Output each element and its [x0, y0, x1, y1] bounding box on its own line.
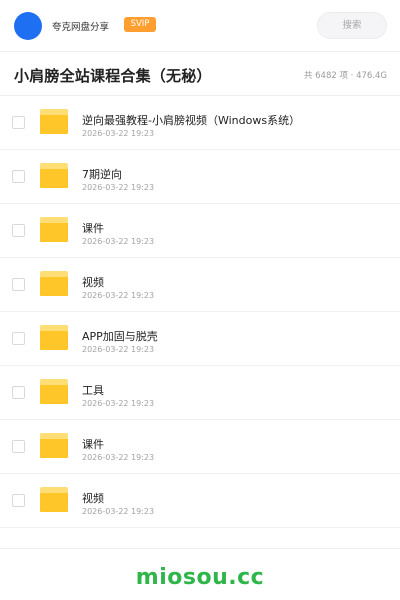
avatar[interactable] — [14, 12, 42, 40]
file-date: 2026-03-22 19:23 — [82, 453, 155, 462]
file-date: 2026-03-22 19:23 — [82, 129, 155, 138]
file-date: 2026-03-22 19:23 — [82, 507, 155, 516]
folder-icon — [40, 325, 68, 350]
username[interactable]: 夸克网盘分享 — [52, 19, 109, 33]
file-date: 2026-03-22 19:23 — [82, 237, 155, 246]
file-list: 逆向最强教程-小肩膀视频（Windows系统） 2026-03-22 19:23… — [0, 96, 400, 528]
file-name[interactable]: 7期逆向 — [82, 166, 122, 182]
row-checkbox[interactable] — [12, 386, 25, 399]
folder-icon — [40, 379, 68, 404]
file-row[interactable]: 视频 2026-03-22 19:23 — [0, 474, 400, 528]
folder-icon — [40, 271, 68, 296]
title-bar: 小肩膀全站课程合集（无秘） 共 6482 项 · 476.4G — [0, 52, 400, 96]
file-name[interactable]: 视频 — [82, 274, 104, 290]
file-name[interactable]: 视频 — [82, 490, 104, 506]
row-checkbox[interactable] — [12, 116, 25, 129]
top-header: 夸克网盘分享 SVIP 搜索 — [0, 0, 400, 52]
folder-icon — [40, 109, 68, 134]
file-name[interactable]: APP加固与脱壳 — [82, 328, 158, 344]
row-checkbox[interactable] — [12, 440, 25, 453]
file-row[interactable]: 视频 2026-03-22 19:23 — [0, 258, 400, 312]
file-name[interactable]: 逆向最强教程-小肩膀视频（Windows系统） — [82, 112, 300, 128]
row-checkbox[interactable] — [12, 170, 25, 183]
folder-icon — [40, 487, 68, 512]
search-input[interactable]: 搜索 — [317, 12, 387, 39]
file-row[interactable]: 逆向最强教程-小肩膀视频（Windows系统） 2026-03-22 19:23 — [0, 96, 400, 150]
row-checkbox[interactable] — [12, 224, 25, 237]
footer: miosou.cc — [0, 548, 400, 600]
file-name[interactable]: 课件 — [82, 220, 104, 236]
file-name[interactable]: 课件 — [82, 436, 104, 452]
file-name[interactable]: 工具 — [82, 382, 104, 398]
file-row[interactable]: 工具 2026-03-22 19:23 — [0, 366, 400, 420]
file-date: 2026-03-22 19:23 — [82, 183, 155, 192]
file-date: 2026-03-22 19:23 — [82, 345, 155, 354]
svip-badge: SVIP — [124, 17, 156, 32]
row-checkbox[interactable] — [12, 332, 25, 345]
watermark: miosou.cc — [135, 565, 265, 590]
file-row[interactable]: 课件 2026-03-22 19:23 — [0, 204, 400, 258]
row-checkbox[interactable] — [12, 278, 25, 291]
file-row[interactable]: 课件 2026-03-22 19:23 — [0, 420, 400, 474]
share-meta: 共 6482 项 · 476.4G — [303, 71, 387, 81]
file-date: 2026-03-22 19:23 — [82, 291, 155, 300]
folder-icon — [40, 217, 68, 242]
row-checkbox[interactable] — [12, 494, 25, 507]
folder-icon — [40, 433, 68, 458]
folder-icon — [40, 163, 68, 188]
file-date: 2026-03-22 19:23 — [82, 399, 155, 408]
page-title: 小肩膀全站课程合集（无秘） — [14, 67, 212, 85]
file-row[interactable]: 7期逆向 2026-03-22 19:23 — [0, 150, 400, 204]
file-row[interactable]: APP加固与脱壳 2026-03-22 19:23 — [0, 312, 400, 366]
